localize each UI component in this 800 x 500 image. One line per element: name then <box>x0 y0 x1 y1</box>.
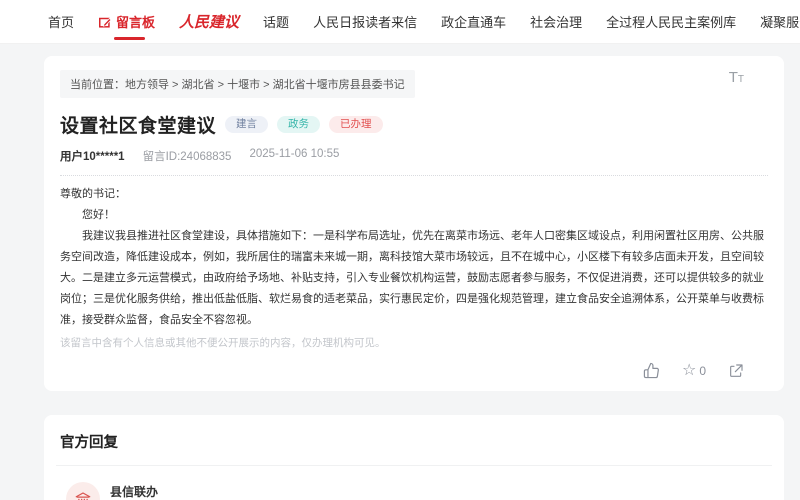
share-icon <box>728 363 744 379</box>
star-icon: ☆ <box>682 363 696 379</box>
nav-topics[interactable]: 话题 <box>263 12 289 31</box>
like-button[interactable] <box>643 362 660 379</box>
official-reply-title: 官方回复 <box>60 431 768 452</box>
tag-government: 政务 <box>277 116 320 134</box>
reply-department: 县信联办 <box>110 483 196 500</box>
status-badge-done: 已办理 <box>329 116 383 134</box>
tag-suggestion: 建言 <box>225 116 268 134</box>
privacy-note: 该留言中含有个人信息或其他不便公开展示的内容，仅办理机构可见。 <box>60 335 768 350</box>
official-reply-card: 官方回复 县信联办 2025-11-10 08:42 网友，您好，收到您反映的情… <box>44 415 784 500</box>
nav-serve-masses[interactable]: 凝聚服务群众 <box>760 12 800 31</box>
thumbs-up-icon <box>643 362 660 379</box>
edit-pen-icon <box>98 15 112 29</box>
font-size-icon[interactable]: TT <box>729 70 744 86</box>
message-content: 我建议我县推进社区食堂建设，具体措施如下：一是科学布局选址，优先在离菜市场远、老… <box>60 226 768 331</box>
nav-home[interactable]: 首页 <box>48 12 74 31</box>
government-building-icon <box>74 490 92 500</box>
message-id: 留言ID:24068835 <box>143 148 232 164</box>
favorite-count: 0 <box>699 364 706 378</box>
avatar <box>66 482 100 500</box>
nav-gov-enterprise[interactable]: 政企直通车 <box>441 12 506 31</box>
breadcrumb[interactable]: 当前位置：地方领导 > 湖北省 > 十堰市 > 湖北省十堰市房县县委书记 <box>60 70 415 98</box>
share-button[interactable] <box>728 363 744 379</box>
nav-reader-letters[interactable]: 人民日报读者来信 <box>313 12 417 31</box>
message-greeting: 您好！ <box>60 205 768 226</box>
nav-message-board-label: 留言板 <box>116 12 155 31</box>
message-card: 当前位置：地方领导 > 湖北省 > 十堰市 > 湖北省十堰市房县县委书记 TT … <box>44 56 784 391</box>
favorite-button[interactable]: ☆ 0 <box>682 363 706 379</box>
message-date: 2025-11-06 10:55 <box>249 148 339 164</box>
action-bar: ☆ 0 <box>60 362 768 379</box>
reply-header: 县信联办 2025-11-10 08:42 <box>66 482 768 500</box>
top-navigation: 首页 留言板 人民建议 话题 人民日报读者来信 政企直通车 社会治理 全过程人民… <box>0 0 800 44</box>
page-title: 设置社区食堂建议 <box>60 111 216 138</box>
user-name: 用户10*****1 <box>60 148 125 164</box>
active-tab-underline <box>114 37 145 40</box>
nav-democracy-cases[interactable]: 全过程人民民主案例库 <box>606 12 736 31</box>
message-salutation: 尊敬的书记： <box>60 184 768 205</box>
nav-people-suggestion[interactable]: 人民建议 <box>179 11 239 32</box>
divider <box>56 465 772 466</box>
message-body: 尊敬的书记： 您好！ 我建议我县推进社区食堂建设，具体措施如下：一是科学布局选址… <box>60 184 768 331</box>
divider <box>60 175 768 176</box>
nav-message-board[interactable]: 留言板 <box>98 12 155 31</box>
nav-social-governance[interactable]: 社会治理 <box>530 12 582 31</box>
